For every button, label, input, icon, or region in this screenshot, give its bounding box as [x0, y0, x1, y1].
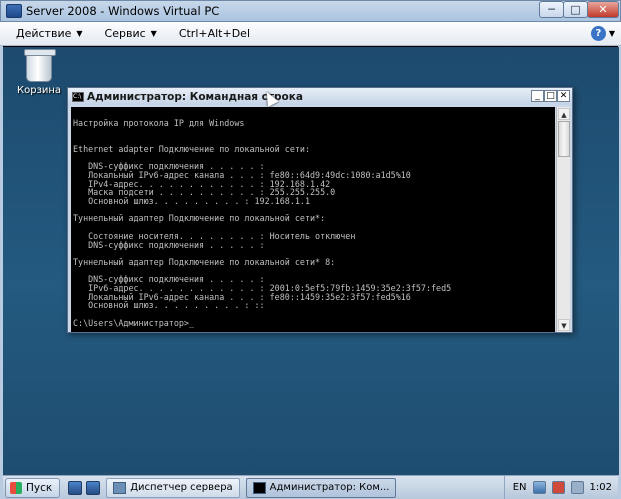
system-tray: EN 1:02 [503, 476, 618, 499]
vpc-menu-bar: Действие ▼ Сервис ▼ Ctrl+Alt+Del ? ▼ [0, 22, 621, 46]
taskbar-item-label: Диспетчер сервера [130, 482, 233, 493]
scroll-up-arrow-icon[interactable]: ▲ [558, 108, 570, 120]
taskbar-item-label: Администратор: Ком... [269, 482, 390, 493]
show-desktop-quicklaunch-icon[interactable] [86, 480, 101, 495]
console-line: Основной шлюз. . . . . . . . . : 192.168… [73, 196, 310, 207]
menu-action-label: Действие [16, 27, 72, 40]
menu-action[interactable]: Действие ▼ [10, 27, 89, 40]
recycle-bin-label: Корзина [17, 85, 62, 96]
taskbar: Пуск Диспетчер сервера Администратор: Ко… [3, 475, 618, 499]
console-line: Туннельный адаптер Подключение по локаль… [73, 256, 336, 267]
command-prompt-window[interactable]: C:\ Администратор: Командная строка _ □ … [67, 87, 573, 333]
vpc-title-bar: Server 2008 - Windows Virtual PC [0, 0, 621, 22]
start-button[interactable]: Пуск [5, 477, 61, 498]
minimize-button[interactable]: ─ [539, 1, 564, 18]
console-line: Настройка протокола IP для Windows [73, 117, 245, 128]
recycle-bin-icon [24, 49, 56, 82]
console-line: C:\Users\Администратор>_ [73, 317, 195, 328]
taskbar-item-cmd[interactable]: Администратор: Ком... [245, 477, 397, 498]
menu-ctrl-alt-del[interactable]: Ctrl+Alt+Del [173, 27, 256, 40]
scroll-down-arrow-icon[interactable]: ▼ [558, 319, 570, 331]
menu-tools-label: Сервис [104, 27, 146, 40]
cmd-close-button[interactable]: ✕ [557, 90, 570, 102]
vertical-scrollbar[interactable]: ▲ ▼ [556, 107, 570, 332]
language-indicator[interactable]: EN [513, 482, 527, 493]
cmd-minimize-button[interactable]: _ [531, 90, 544, 102]
console-icon [252, 481, 266, 494]
menu-tools[interactable]: Сервис ▼ [99, 27, 163, 40]
cmd-maximize-button[interactable]: □ [544, 90, 557, 102]
console-icon: C:\ [72, 91, 84, 102]
console-output[interactable]: Настройка протокола IP для Windows Ether… [71, 107, 555, 332]
menu-ctrl-alt-del-label: Ctrl+Alt+Del [178, 27, 251, 40]
close-button[interactable]: ✕ [587, 1, 619, 18]
quick-launch [68, 480, 101, 495]
alert-icon[interactable] [551, 481, 565, 494]
recycle-bin[interactable]: Корзина [17, 49, 62, 96]
volume-icon[interactable] [570, 481, 584, 494]
chevron-down-icon: ▼ [150, 29, 157, 38]
start-label: Пуск [26, 481, 53, 494]
console-line: Ethernet adapter Подключение по локально… [73, 143, 310, 154]
console-line: Основной шлюз. . . . . . . . . : :: [73, 300, 265, 311]
console-line: Туннельный адаптер Подключение по локаль… [73, 213, 326, 224]
chevron-down-icon: ▼ [608, 29, 615, 38]
maximize-button[interactable]: □ [563, 1, 588, 18]
help-icon: ? [590, 26, 606, 41]
window-title: Server 2008 - Windows Virtual PC [26, 4, 220, 18]
server-manager-icon [113, 481, 127, 494]
network-icon[interactable] [532, 481, 546, 494]
help-menu[interactable]: ? ▼ [590, 26, 615, 41]
server-manager-quicklaunch-icon[interactable] [68, 480, 83, 495]
chevron-down-icon: ▼ [76, 29, 83, 38]
clock[interactable]: 1:02 [590, 482, 612, 493]
cmd-title-bar[interactable]: C:\ Администратор: Командная строка [68, 88, 572, 105]
taskbar-item-server-manager[interactable]: Диспетчер сервера [106, 477, 240, 498]
virtual-pc-icon [6, 4, 22, 18]
windows-logo-icon [10, 481, 22, 494]
console-line: DNS-суффикс подключения . . . . . : [73, 239, 265, 250]
scroll-thumb[interactable] [558, 121, 570, 157]
